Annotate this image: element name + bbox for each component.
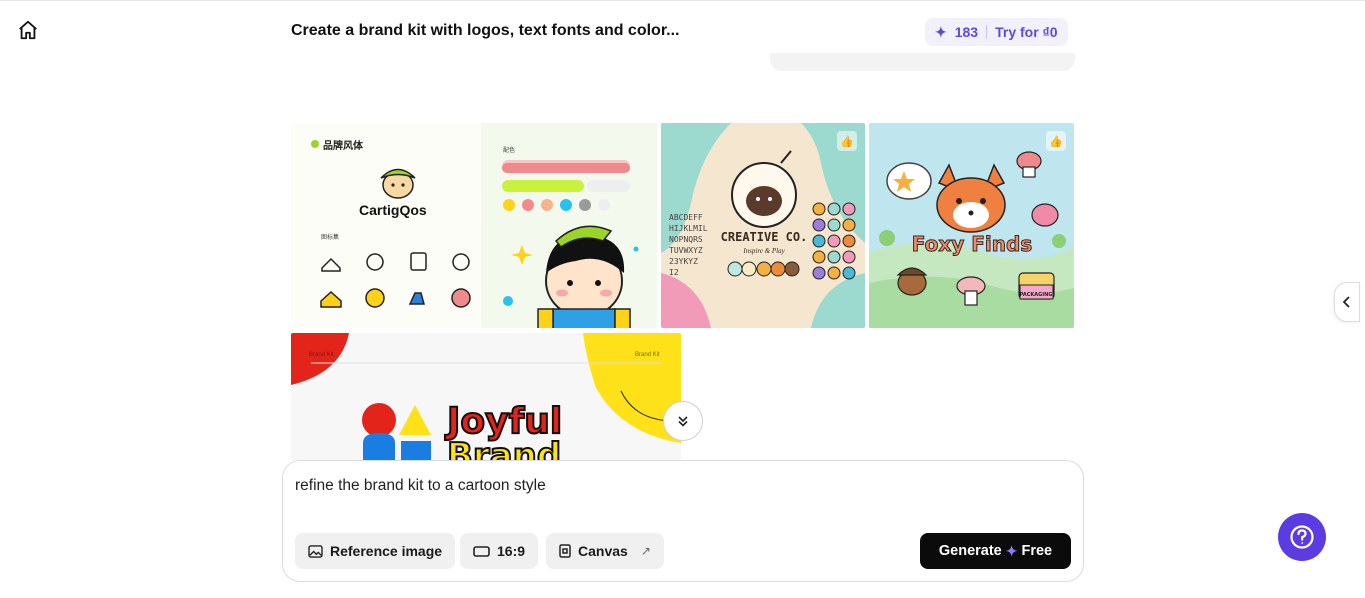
prompt-composer: Reference image 16:9 Canvas ↗ Generate ✦… — [282, 460, 1084, 582]
aspect-ratio-button[interactable]: 16:9 — [460, 533, 539, 569]
brand-logo-text: CartigQos — [359, 202, 427, 218]
home-icon — [19, 20, 37, 40]
credits-count: 183 — [954, 24, 979, 40]
thumb-icon: 👍 — [1049, 135, 1063, 148]
alphabet-line-6: I2 — [669, 268, 679, 277]
foxy-title: Foxy Finds — [912, 232, 1032, 256]
result-image-foxy-finds[interactable]: Foxy Finds PACKAGING 👍 — [869, 123, 1074, 328]
corner-label-right: Brand Kit — [635, 352, 660, 358]
packaging-label: PACKAGING — [1020, 292, 1053, 298]
icons-label: 图标集 — [321, 233, 339, 241]
alphabet-line-5: 23YKYZ — [669, 257, 698, 266]
canvas-icon — [559, 544, 571, 558]
creative-title: CREATIVE CO. — [721, 230, 808, 244]
sparkle-icon: ✦ — [935, 23, 947, 40]
alphabet-line-1: ABCDEFF — [669, 213, 703, 222]
scroll-to-bottom-button[interactable] — [663, 401, 703, 441]
alphabet-line-3: NOPNQRS — [669, 235, 703, 244]
page-title: Create a brand kit with logos, text font… — [291, 22, 680, 39]
aspect-ratio-icon — [473, 545, 490, 557]
creative-subtitle: Inspire & Play — [742, 247, 785, 255]
page: Create a brand kit with logos, text font… — [0, 0, 1365, 598]
alphabet-line-4: TUVWXYZ — [669, 246, 703, 255]
aspect-ratio-label: 16:9 — [497, 543, 526, 559]
chevron-left-icon — [1342, 296, 1350, 308]
previous-message-bubble — [770, 53, 1075, 71]
double-chevron-down-icon — [678, 416, 688, 427]
question-mark-icon — [1290, 525, 1314, 549]
side-panel-toggle[interactable] — [1334, 282, 1360, 322]
generate-label: Generate — [938, 543, 1002, 559]
generate-button[interactable]: Generate ✦ Free — [920, 533, 1071, 569]
divider — [986, 25, 988, 39]
thumb-icon: 👍 — [840, 135, 854, 148]
alphabet-line-2: HIJKLMIL — [669, 224, 708, 233]
corner-label-left: Brand Kit — [309, 352, 334, 358]
external-arrow-icon: ↗ — [640, 544, 651, 558]
palette-label: 配色 — [503, 146, 515, 154]
result-image-creative-co[interactable]: CREATIVE CO. Inspire & Play ABCDEFF HIJK… — [661, 123, 865, 328]
try-for-free-link[interactable]: Try for ₫0 — [995, 24, 1057, 40]
reference-image-label: Reference image — [330, 543, 443, 559]
help-button[interactable] — [1278, 513, 1326, 561]
sparkle-icon: ✦ — [1005, 542, 1018, 559]
prompt-input[interactable] — [295, 477, 1055, 495]
free-label: Free — [1021, 543, 1053, 559]
like-button[interactable]: 👍 — [837, 131, 857, 151]
image-icon — [308, 544, 323, 558]
joyful-line-2: Brand — [447, 436, 561, 460]
result-image-brand-kit[interactable]: 品牌风体 CartigQos 图标集 配色 — [291, 123, 657, 328]
brand-heading: 品牌风体 — [323, 139, 364, 152]
home-button[interactable] — [17, 19, 39, 41]
like-button[interactable]: 👍 — [1046, 131, 1066, 151]
canvas-label: Canvas — [578, 543, 628, 559]
canvas-button[interactable]: Canvas ↗ — [546, 533, 664, 569]
result-image-joyful-brand[interactable]: Brand Kit Brand Kit Joyful Brand — [291, 333, 681, 460]
reference-image-button[interactable]: Reference image — [295, 533, 456, 569]
credits-badge[interactable]: ✦ 183 Try for ₫0 — [925, 18, 1068, 46]
